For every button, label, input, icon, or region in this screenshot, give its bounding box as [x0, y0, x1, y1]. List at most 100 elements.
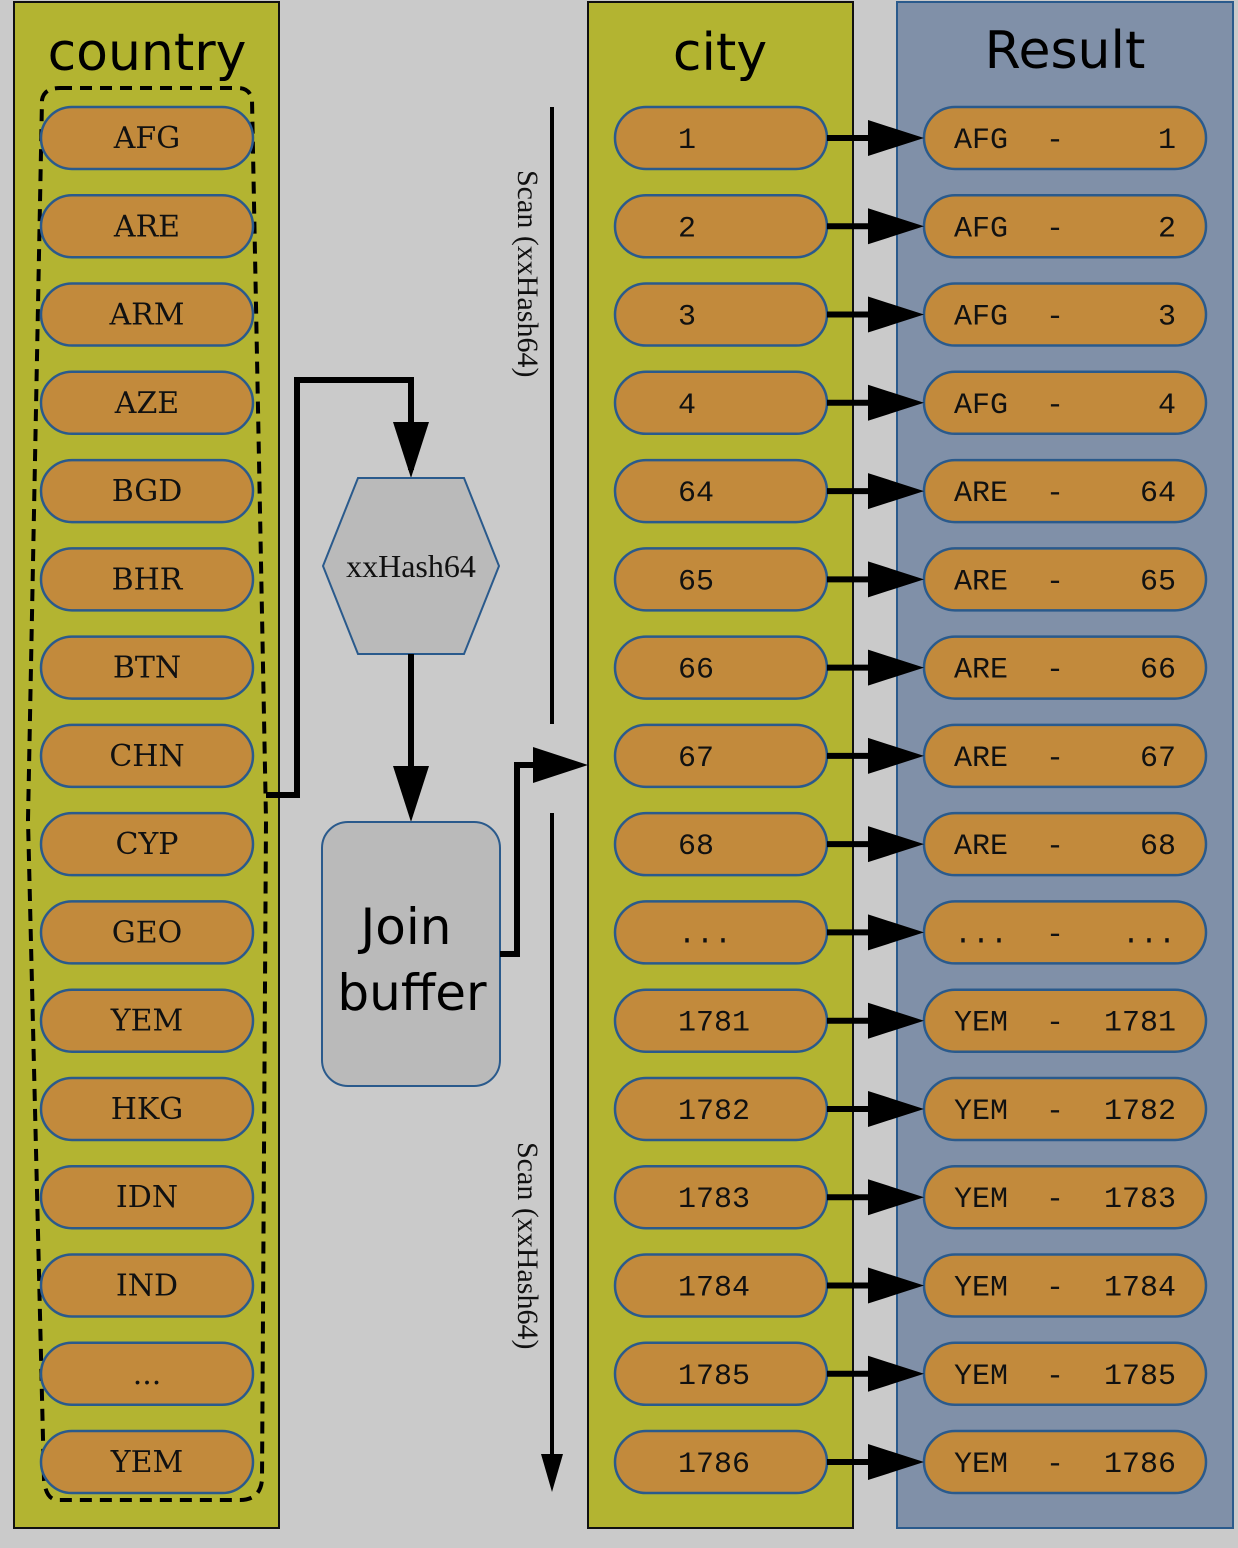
- result-panel-title: Result: [985, 21, 1146, 81]
- result-row-separator: -: [1046, 1183, 1064, 1217]
- arrowhead-icon: [393, 422, 429, 478]
- city-row-value: 1784: [678, 1272, 750, 1306]
- country-table-title: country: [48, 23, 247, 83]
- city-table-title: city: [673, 23, 767, 83]
- city-row-value: 4: [678, 389, 696, 423]
- scan-direction-arrowhead-icon: [541, 1454, 563, 1492]
- city-row-pill: [613, 458, 829, 524]
- country-row-value: AZE: [114, 386, 179, 421]
- country-row-value: ARM: [109, 298, 185, 333]
- city-row-pill: [613, 723, 829, 789]
- result-row-separator: -: [1046, 477, 1064, 511]
- city-row-pill: [613, 811, 829, 877]
- result-row-right: 1781: [1104, 1007, 1176, 1041]
- country-row-value: ARE: [113, 209, 180, 244]
- result-row-right: ...: [1122, 918, 1176, 952]
- city-row-value: ...: [678, 918, 732, 952]
- city-row-value: 3: [678, 301, 696, 335]
- country-row-value: YEM: [110, 1004, 183, 1039]
- result-row-left: YEM: [954, 1448, 1008, 1482]
- scan-label-bottom: Scan (xxHash64): [511, 1142, 544, 1349]
- result-row-right: 67: [1140, 742, 1176, 776]
- city-row-value: 1783: [678, 1183, 750, 1217]
- city-row-pill: [613, 370, 829, 436]
- result-row-left: YEM: [954, 1272, 1008, 1306]
- country-row-value: ...: [133, 1357, 162, 1392]
- result-row-right: 1783: [1104, 1183, 1176, 1217]
- result-row-left: AFG: [954, 124, 1008, 158]
- country-row-value: AFG: [113, 121, 180, 156]
- result-row-separator: -: [1046, 1448, 1064, 1482]
- result-row-right: 64: [1140, 477, 1176, 511]
- city-row-value: 1: [678, 124, 696, 158]
- country-row-value: IDN: [116, 1180, 178, 1215]
- result-row-left: YEM: [954, 1183, 1008, 1217]
- result-row-right: 68: [1140, 830, 1176, 864]
- city-row-value: 1782: [678, 1095, 750, 1129]
- city-row-value: 1781: [678, 1007, 750, 1041]
- scan-label-top: Scan (xxHash64): [511, 170, 544, 377]
- city-row-pill: [613, 547, 829, 612]
- join-buffer-label-line1: Join: [358, 898, 452, 956]
- result-row-right: 1786: [1104, 1448, 1176, 1482]
- result-row-right: 1: [1158, 124, 1176, 158]
- hash-function-label: xxHash64: [346, 548, 476, 584]
- result-row-separator: -: [1046, 124, 1064, 158]
- result-row-right: 1785: [1104, 1360, 1176, 1394]
- city-row-value: 64: [678, 477, 714, 511]
- country-row-value: BGD: [112, 474, 183, 509]
- country-row-value: IND: [116, 1269, 178, 1304]
- result-row-right: 65: [1140, 565, 1176, 599]
- result-row-right: 3: [1158, 301, 1176, 335]
- result-row-left: ARE: [954, 654, 1008, 688]
- result-row-left: AFG: [954, 389, 1008, 423]
- result-row-right: 1784: [1104, 1272, 1176, 1306]
- city-row-pill: [613, 194, 829, 259]
- city-row-value: 1786: [678, 1448, 750, 1482]
- country-row-value: BTN: [113, 651, 181, 686]
- result-row-left: ARE: [954, 742, 1008, 776]
- arrowhead-icon: [393, 766, 429, 822]
- city-row-value: 68: [678, 830, 714, 864]
- result-row-left: ARE: [954, 565, 1008, 599]
- result-row-separator: -: [1046, 918, 1064, 952]
- city-row-value: 67: [678, 742, 714, 776]
- result-row-separator: -: [1046, 1360, 1064, 1394]
- result-row-separator: -: [1046, 742, 1064, 776]
- result-row-left: ARE: [954, 830, 1008, 864]
- result-row-separator: -: [1046, 1007, 1064, 1041]
- result-row-separator: -: [1046, 301, 1064, 335]
- result-row-separator: -: [1046, 1272, 1064, 1306]
- city-row-value: 65: [678, 565, 714, 599]
- city-row-pill: [613, 282, 829, 347]
- country-row-value: CYP: [116, 827, 179, 862]
- result-row-left: ARE: [954, 477, 1008, 511]
- country-row-value: CHN: [109, 739, 184, 774]
- arrowhead-icon: [533, 747, 588, 783]
- result-row-separator: -: [1046, 654, 1064, 688]
- city-row-pill: [613, 105, 829, 171]
- city-row-value: 66: [678, 654, 714, 688]
- result-row-left: YEM: [954, 1007, 1008, 1041]
- result-row-right: 2: [1158, 212, 1176, 246]
- result-row-left: YEM: [954, 1360, 1008, 1394]
- country-row-value: BHR: [112, 562, 184, 597]
- result-row-right: 66: [1140, 654, 1176, 688]
- result-row-separator: -: [1046, 830, 1064, 864]
- result-row-left: YEM: [954, 1095, 1008, 1129]
- buffer-to-city-connector: [500, 762, 540, 957]
- result-row-left: AFG: [954, 301, 1008, 335]
- result-row-right: 1782: [1104, 1095, 1176, 1129]
- country-row-value: HKG: [111, 1092, 184, 1127]
- result-row-left: ...: [954, 918, 1008, 952]
- result-row-right: 4: [1158, 389, 1176, 423]
- city-row-pill: [613, 635, 829, 700]
- city-row-value: 2: [678, 212, 696, 246]
- result-row-separator: -: [1046, 565, 1064, 599]
- join-buffer-label-line2: buffer: [337, 964, 487, 1022]
- result-row-separator: -: [1046, 212, 1064, 246]
- result-row-left: AFG: [954, 212, 1008, 246]
- hash-join-diagram: country city Result AFG ARE ARM AZE BGD BHR BT…: [13, 1, 1234, 1529]
- country-row-value: GEO: [112, 915, 182, 950]
- result-row-separator: -: [1046, 1095, 1064, 1129]
